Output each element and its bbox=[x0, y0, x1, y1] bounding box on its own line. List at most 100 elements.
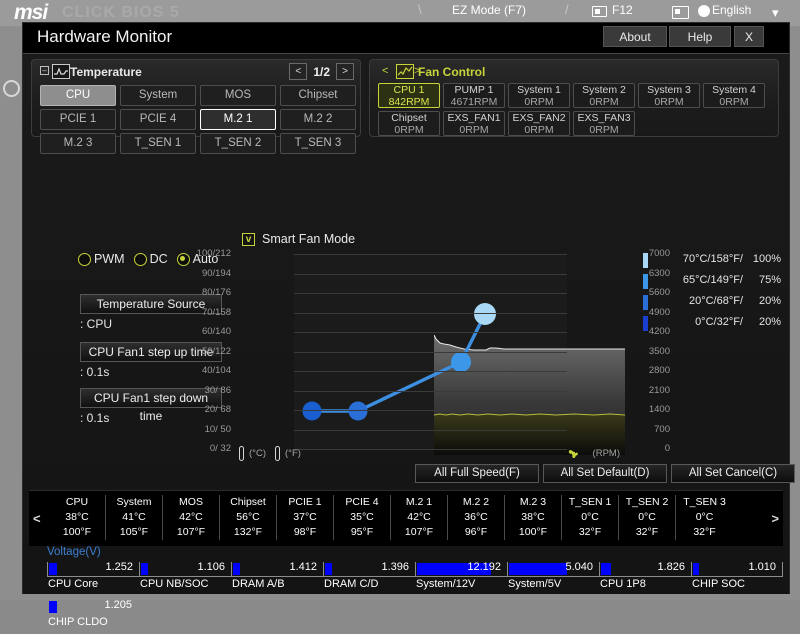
temp-strip-next-button[interactable]: > bbox=[771, 511, 779, 526]
radio-pwm[interactable] bbox=[78, 253, 91, 266]
voltage-bar-track: 12.192 bbox=[415, 562, 507, 577]
fan-tab-system-4[interactable]: System 40RPM bbox=[703, 83, 765, 108]
voltage-bar-fill bbox=[141, 563, 148, 575]
radio-dc[interactable] bbox=[134, 253, 147, 266]
legend-temperature: 70°C/158°F/ bbox=[663, 253, 743, 265]
collapse-icon[interactable]: – bbox=[40, 66, 49, 75]
fan-rpm: 0RPM bbox=[509, 97, 569, 109]
temp-fahrenheit: 32°F bbox=[619, 525, 675, 540]
temperature-tab-pcie-4[interactable]: PCIE 4 bbox=[120, 109, 196, 130]
screenshot-key-label: F12 bbox=[612, 3, 633, 17]
y-axis-tick-temperature: 10/ 50 bbox=[176, 424, 231, 435]
temp-readout-chipset: Chipset56°C132°F bbox=[220, 495, 277, 540]
fan-name: EXS_FAN2 bbox=[509, 113, 569, 125]
temperature-prev-button[interactable]: < bbox=[289, 63, 307, 80]
temperature-tab-cpu[interactable]: CPU bbox=[40, 85, 116, 106]
fan-prev-arrow-icon[interactable]: < bbox=[382, 65, 388, 77]
fan-control-panel: < > Fan Control CPU 1842RPMPUMP 14671RPM… bbox=[369, 59, 779, 137]
temperature-readouts: CPU38°C100°FSystem41°C105°FMOS42°C107°FC… bbox=[49, 495, 733, 540]
voltage-bar-track: 1.205 bbox=[47, 600, 139, 615]
fahrenheit-thermometer-icon bbox=[274, 446, 281, 461]
legend-color-swatch bbox=[643, 274, 648, 289]
fan-curve-chart: 100/212700090/194630080/176560070/158490… bbox=[236, 249, 626, 461]
fan-tab-exs-fan3[interactable]: EXS_FAN30RPM bbox=[573, 111, 635, 136]
fan-tab-system-3[interactable]: System 30RPM bbox=[638, 83, 700, 108]
temperature-next-button[interactable]: > bbox=[336, 63, 354, 80]
temperature-tab-chipset[interactable]: Chipset bbox=[280, 85, 356, 106]
y-axis-tick-temperature: 50/122 bbox=[176, 346, 231, 357]
temperature-tab-pcie-1[interactable]: PCIE 1 bbox=[40, 109, 116, 130]
action-button-1[interactable]: All Set Default(D) bbox=[543, 464, 667, 483]
temperature-tab-m-2-3[interactable]: M.2 3 bbox=[40, 133, 116, 154]
fan-icon bbox=[567, 447, 580, 460]
temperature-pager: < 1/2 > bbox=[289, 63, 354, 80]
y-axis-tick-temperature: 60/140 bbox=[176, 326, 231, 337]
temp-fahrenheit: 100°F bbox=[49, 525, 105, 540]
voltage-value: 1.106 bbox=[197, 561, 225, 573]
fan-tab-chipset[interactable]: Chipset0RPM bbox=[378, 111, 440, 136]
voltage-item-cpu-1p8: 1.826CPU 1P8 bbox=[599, 562, 691, 596]
fan-selector-tabs: CPU 1842RPMPUMP 14671RPMSystem 10RPMSyst… bbox=[378, 83, 778, 136]
temperature-tab-t_sen-3[interactable]: T_SEN 3 bbox=[280, 133, 356, 154]
smart-fan-mode-row[interactable]: v Smart Fan Mode bbox=[242, 232, 355, 246]
voltage-value: 1.205 bbox=[104, 599, 132, 611]
chart-gridline bbox=[294, 371, 567, 372]
temp-sensor-name: M.2 3 bbox=[505, 495, 561, 510]
temp-readout-pcie-4: PCIE 435°C95°F bbox=[334, 495, 391, 540]
temp-sensor-name: M.2 1 bbox=[391, 495, 447, 510]
fan-tab-cpu-1[interactable]: CPU 1842RPM bbox=[378, 83, 440, 108]
hardware-monitor-window: Hardware Monitor About Help X – Temperat… bbox=[22, 22, 790, 594]
help-button[interactable]: Help bbox=[669, 26, 731, 47]
smart-fan-mode-checkbox[interactable]: v bbox=[242, 233, 255, 246]
chart-gridline bbox=[294, 254, 567, 255]
temp-fahrenheit: 98°F bbox=[277, 525, 333, 540]
fan-tab-system-2[interactable]: System 20RPM bbox=[573, 83, 635, 108]
temp-readout-m-2-3: M.2 338°C100°F bbox=[505, 495, 562, 540]
fan-rpm: 0RPM bbox=[704, 97, 764, 109]
temperature-tab-m-2-1[interactable]: M.2 1 bbox=[200, 109, 276, 130]
temperature-panel: – Temperature < 1/2 > CPUSystemMOSChipse… bbox=[31, 59, 361, 137]
temp-sensor-name: M.2 2 bbox=[448, 495, 504, 510]
temp-strip-prev-button[interactable]: < bbox=[33, 511, 41, 526]
fan-tab-pump-1[interactable]: PUMP 14671RPM bbox=[443, 83, 505, 108]
chevron-down-icon[interactable]: ▾ bbox=[772, 5, 779, 21]
fan-tab-exs-fan2[interactable]: EXS_FAN20RPM bbox=[508, 111, 570, 136]
temperature-tab-m-2-2[interactable]: M.2 2 bbox=[280, 109, 356, 130]
fan-name: System 4 bbox=[704, 85, 764, 97]
y-axis-tick-rpm: 700 bbox=[634, 424, 670, 435]
fan-tab-system-1[interactable]: System 10RPM bbox=[508, 83, 570, 108]
fan-tab-exs-fan1[interactable]: EXS_FAN10RPM bbox=[443, 111, 505, 136]
temperature-tab-mos[interactable]: MOS bbox=[200, 85, 276, 106]
screenshot-icon[interactable] bbox=[592, 6, 607, 17]
voltage-label: System/5V bbox=[508, 578, 561, 590]
voltage-item-dram-c-d: 1.396DRAM C/D bbox=[323, 562, 415, 596]
bios-circle-icon bbox=[3, 80, 20, 97]
step-up-time-value: : 0.1s bbox=[80, 365, 109, 379]
chart-footer: (°C) (°F) (RPM) bbox=[236, 446, 626, 462]
chart-gridline bbox=[294, 410, 567, 411]
ez-mode-button[interactable]: EZ Mode (F7) bbox=[452, 3, 526, 17]
action-button-2[interactable]: All Set Cancel(C) bbox=[671, 464, 795, 483]
temp-celsius: 0°C bbox=[562, 510, 618, 525]
temp-celsius: 42°C bbox=[163, 510, 219, 525]
divider-slash: / bbox=[565, 2, 569, 17]
close-button[interactable]: X bbox=[734, 26, 764, 47]
temp-fahrenheit: 32°F bbox=[676, 525, 733, 540]
language-label[interactable]: English bbox=[712, 3, 751, 17]
action-button-0[interactable]: All Full Speed(F) bbox=[415, 464, 539, 483]
legend-duty-percent: 75% bbox=[743, 274, 781, 286]
temperature-tab-system[interactable]: System bbox=[120, 85, 196, 106]
image-icon[interactable] bbox=[672, 6, 689, 19]
voltage-label: DRAM C/D bbox=[324, 578, 378, 590]
voltage-value: 5.040 bbox=[565, 561, 593, 573]
temp-fahrenheit: 96°F bbox=[448, 525, 504, 540]
step-down-time-value: : 0.1s bbox=[80, 411, 109, 425]
fan-curve-plot-area[interactable]: 100/212700090/194630080/176560070/158490… bbox=[294, 254, 567, 450]
voltage-value: 1.396 bbox=[381, 561, 409, 573]
voltage-bar-fill bbox=[601, 563, 611, 575]
voltage-bar-fill bbox=[693, 563, 699, 575]
temperature-tab-t_sen-1[interactable]: T_SEN 1 bbox=[120, 133, 196, 154]
temperature-tab-t_sen-2[interactable]: T_SEN 2 bbox=[200, 133, 276, 154]
voltage-row-1: 1.252CPU Core1.106CPU NB/SOC1.412DRAM A/… bbox=[47, 562, 783, 596]
about-button[interactable]: About bbox=[603, 26, 667, 47]
